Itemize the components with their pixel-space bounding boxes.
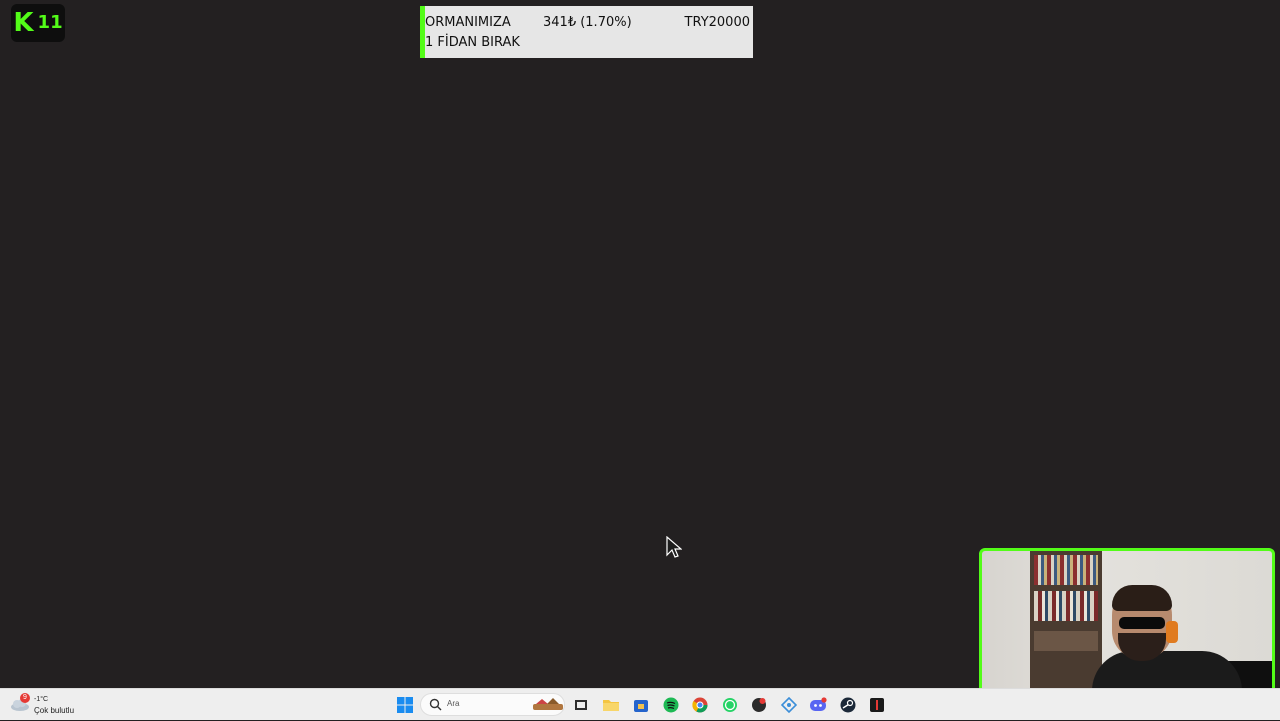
weather-description: Çok bulutlu — [34, 706, 75, 715]
spotify-icon[interactable] — [661, 695, 681, 715]
store-icon[interactable] — [631, 695, 651, 715]
weather-badge: 9 — [20, 693, 30, 703]
donation-amount: 341₺ (1.70%) — [543, 15, 632, 30]
donation-title: ORMANIMIZA — [425, 15, 511, 30]
app-icon[interactable] — [749, 695, 769, 715]
network-icon[interactable] — [779, 695, 799, 715]
search-highlight-art-icon — [533, 698, 563, 710]
red-app-icon[interactable] — [867, 695, 887, 715]
headset — [1166, 621, 1178, 643]
weather-temperature: -1°C — [34, 696, 49, 703]
search-placeholder: Ara — [447, 699, 460, 708]
stream-logo: K 11 — [11, 4, 65, 42]
chrome-icon[interactable] — [690, 695, 710, 715]
task-view-icon[interactable] — [571, 695, 591, 715]
logo-letter: K — [13, 8, 34, 38]
search-icon — [429, 698, 442, 711]
donation-row-1: ORMANIMIZA 341₺ (1.70%) TRY20000 — [425, 15, 750, 31]
sunglasses — [1119, 617, 1165, 629]
donation-goal-widget: ORMANIMIZA 341₺ (1.70%) TRY20000 1 FİDAN… — [420, 6, 753, 58]
file-explorer-icon[interactable] — [601, 695, 621, 715]
whatsapp-icon[interactable] — [720, 695, 740, 715]
donation-subtitle: 1 FİDAN BIRAK — [425, 35, 520, 50]
windows-start-icon[interactable] — [395, 695, 415, 715]
discord-icon[interactable] — [808, 695, 828, 715]
taskbar-search-box[interactable]: Ara — [420, 693, 565, 716]
logo-number: 11 — [37, 12, 63, 33]
donation-goal: TRY20000 — [684, 15, 750, 30]
mouse-cursor-icon — [666, 536, 682, 558]
steam-icon[interactable] — [838, 695, 858, 715]
windows-taskbar: 9 -1°C Çok bulutlu Ara — [0, 688, 1280, 720]
streamer-hair — [1112, 585, 1172, 611]
